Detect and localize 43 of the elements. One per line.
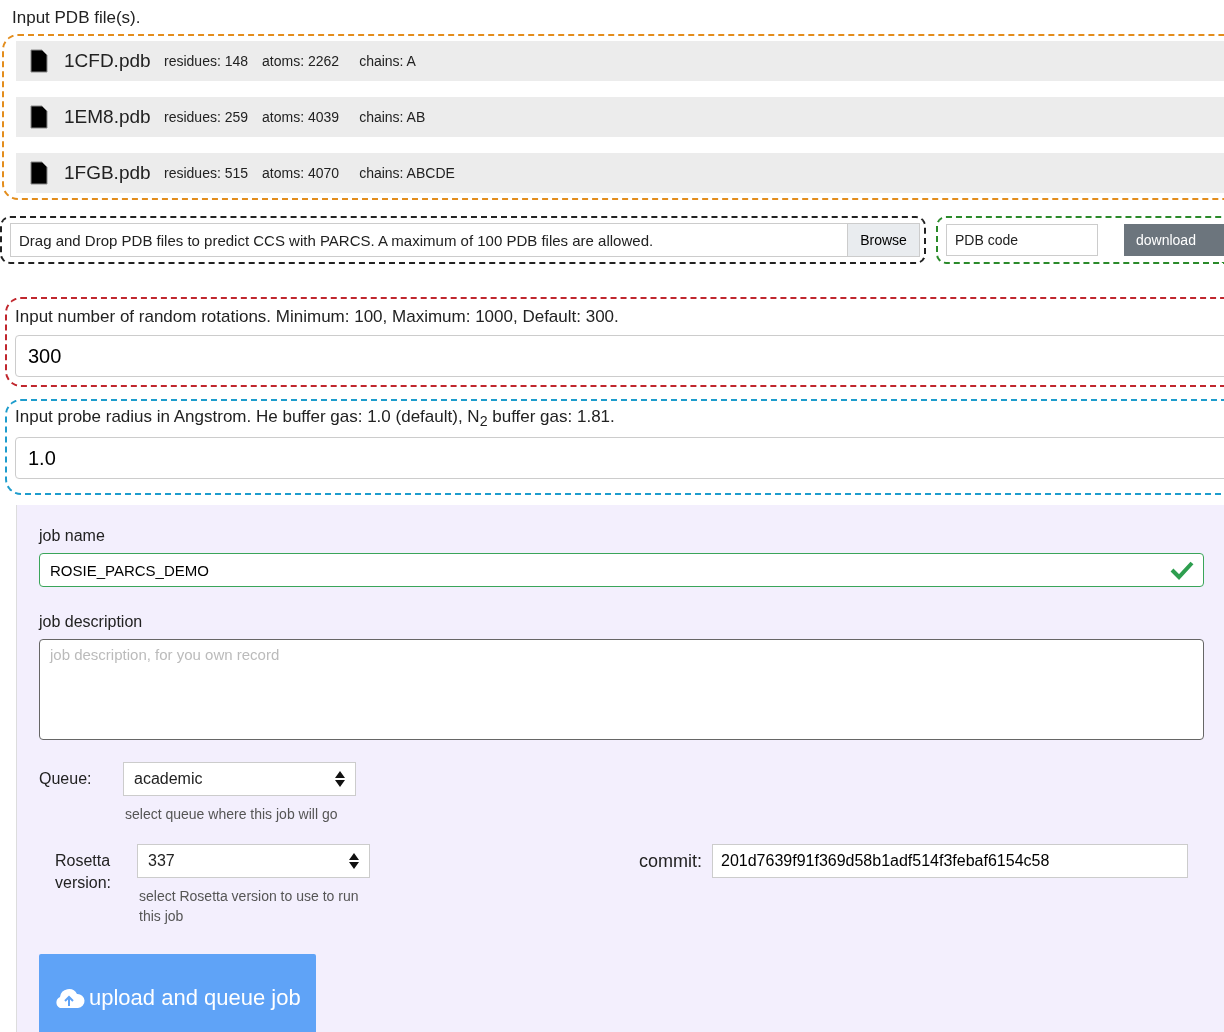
file-icon (30, 105, 48, 129)
file-row[interactable]: 1EM8.pdb residues: 259 atoms: 4039 chains: AB (16, 97, 1224, 137)
field-label: job name (39, 527, 106, 546)
chain-list: chains: AB (359, 109, 426, 125)
cloud-upload-icon (53, 986, 85, 1009)
residue-count: residues: 259 (164, 109, 249, 125)
version-select[interactable]: 337 (137, 844, 370, 879)
field-label: commit: (639, 850, 702, 872)
up-down-arrows-icon (349, 853, 359, 870)
atom-count: atoms: 4039 (262, 109, 340, 125)
file-name: 1CFD.pdb (64, 50, 152, 72)
commit-field[interactable]: 201d7639f91f369d58b1adf514f3febaf6154c58 (712, 844, 1188, 879)
chain-list: chains: ABCDE (359, 165, 455, 181)
field-label: Input probe radius in Angstrom. He buffer gas: 1.0 (default), N$_{2}$ buffer gas: 1.81. (15, 407, 616, 430)
file-row[interactable]: 1CFD.pdb residues: 148 atoms: 2262 chains: A (16, 41, 1224, 81)
file-row[interactable]: 1FGB.pdb residues: 515 atoms: 4070 chains: ABCDE (16, 153, 1224, 193)
section-title: Input PDB file(s). (12, 8, 141, 28)
field-label: Input number of random rotations. Minimum: 100, Maximum: 1000, Default: 300. (15, 307, 620, 327)
probe-radius-field[interactable]: 1.0 (15, 437, 1224, 480)
pdb-code-field[interactable]: PDB code (946, 224, 1098, 256)
browse-button[interactable]: Browse (848, 223, 920, 257)
atom-count: atoms: 4070 (262, 165, 340, 181)
file-name: 1FGB.pdb (64, 162, 152, 184)
residue-count: residues: 148 (164, 53, 249, 69)
file-icon (30, 161, 48, 185)
field-label: Queue: (39, 769, 93, 790)
up-down-arrows-icon (335, 771, 345, 788)
rotations-field[interactable]: 300 (15, 335, 1224, 377)
drop-zone[interactable]: Drag and Drop PDB files to predict CCS with PARCS. A maximum of 100 PDB files are allowed. (10, 223, 848, 257)
download-button[interactable]: download (1124, 224, 1224, 256)
check-icon (1170, 560, 1194, 581)
file-name: 1EM8.pdb (64, 106, 152, 128)
job-description-field[interactable]: job description, for you own record (39, 639, 1204, 741)
help-text: select queue where this job will go (125, 805, 339, 825)
file-icon (30, 49, 48, 73)
help-text: select Rosetta version to use to run this job (139, 887, 360, 927)
chain-list: chains: A (359, 53, 416, 69)
residue-count: residues: 515 (164, 165, 249, 181)
field-label: Rosetta version: (55, 851, 113, 894)
job-name-field[interactable]: ROSIE_PARCS_DEMO (39, 553, 1204, 588)
field-label: job description (39, 613, 144, 632)
atom-count: atoms: 2262 (262, 53, 340, 69)
queue-select[interactable]: academic (123, 762, 356, 797)
